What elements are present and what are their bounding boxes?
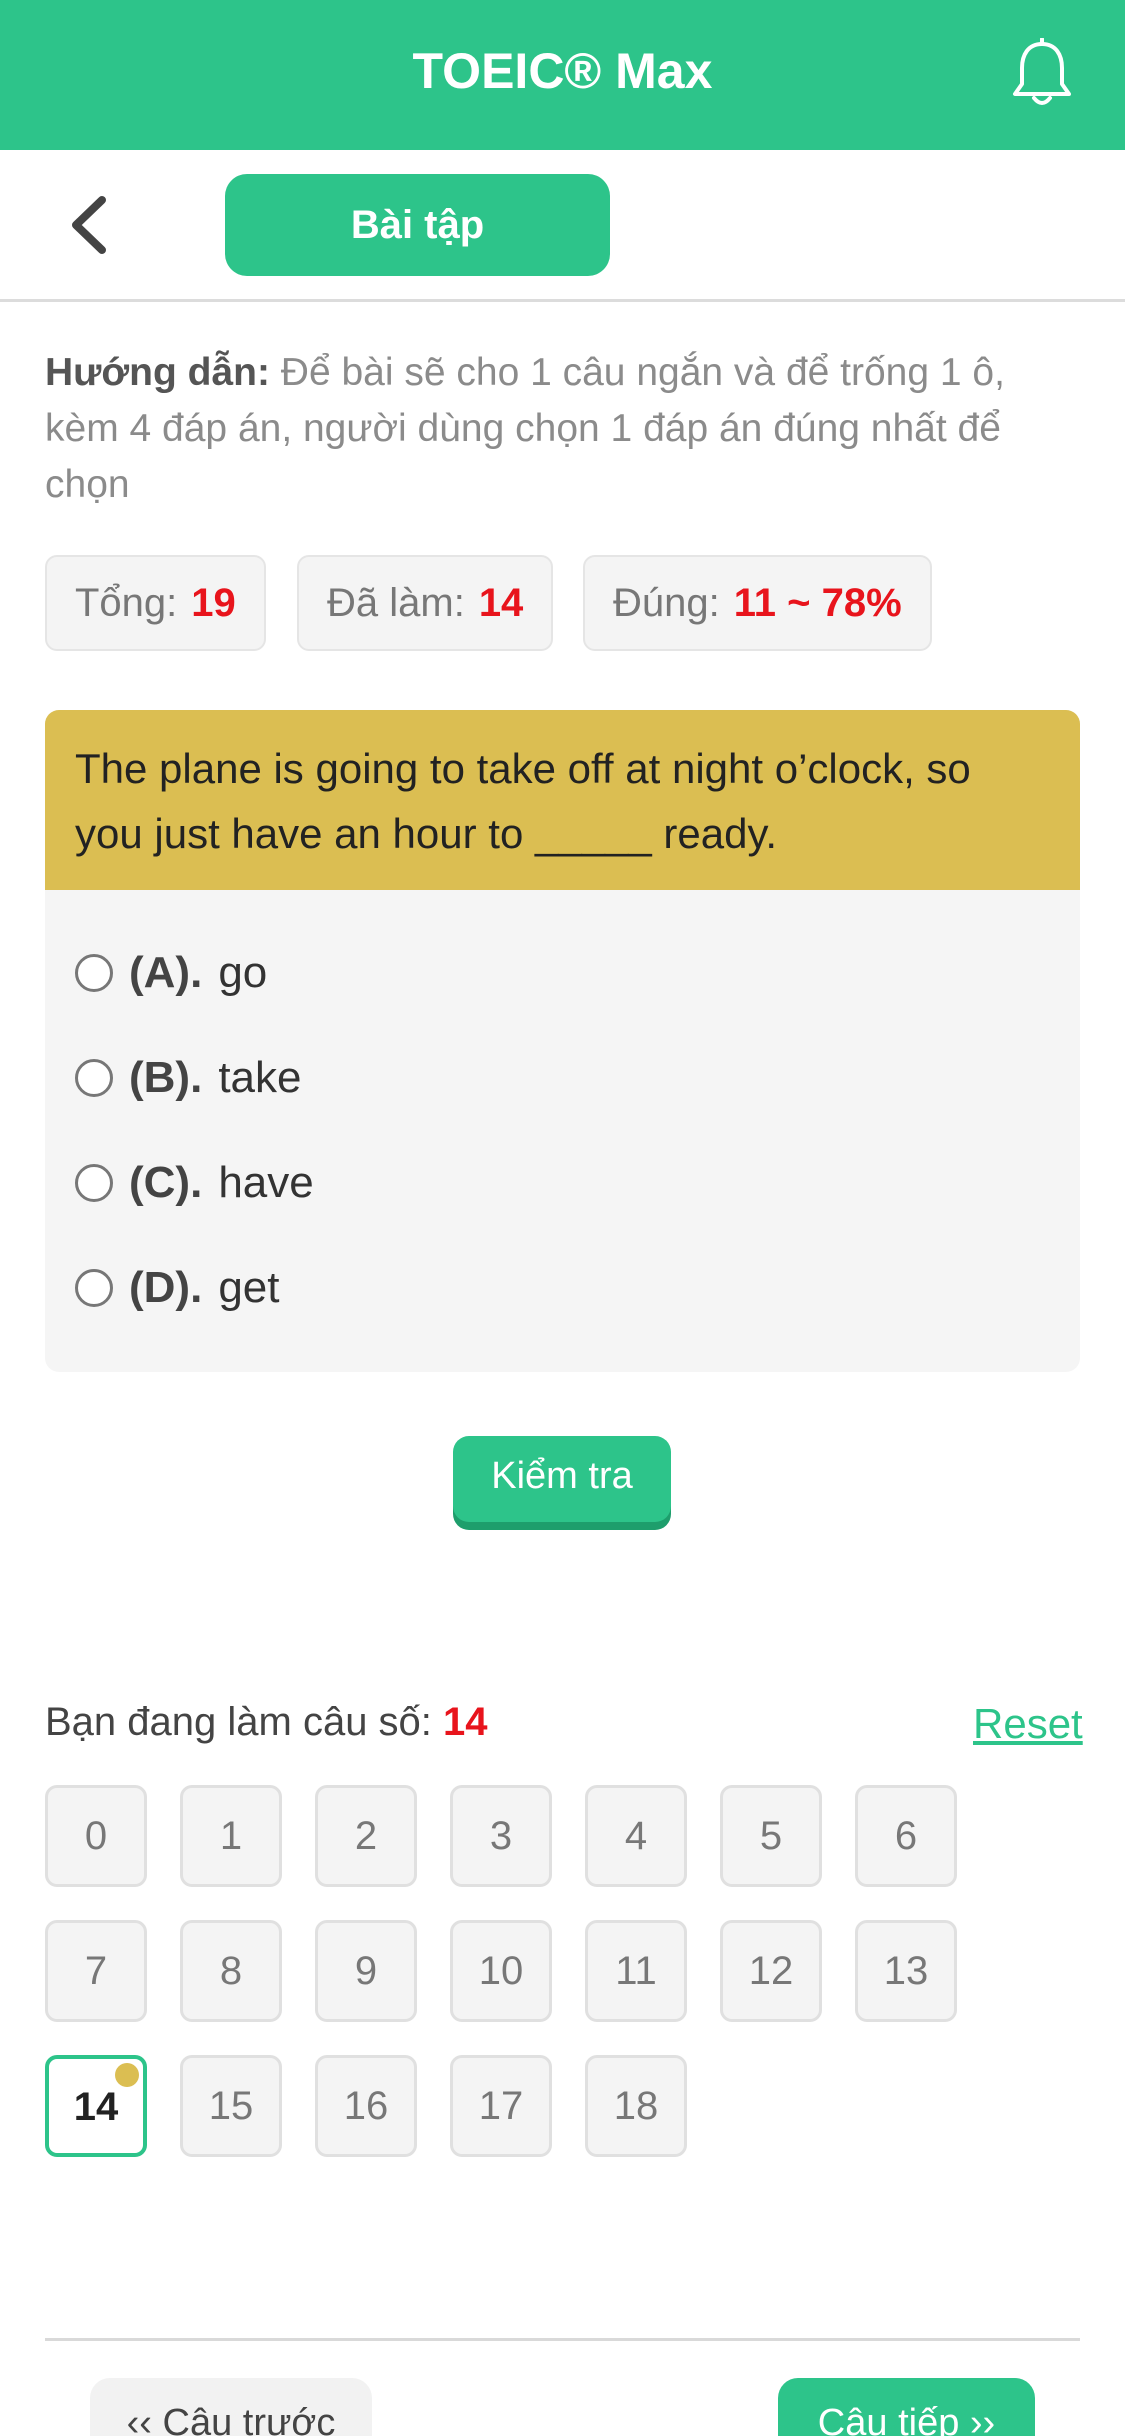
bell-icon[interactable] [1010,38,1074,110]
reset-link[interactable]: Reset [973,1700,1083,1748]
option-letter: (D). [129,1263,203,1312]
option-text: have [218,1158,314,1207]
option-text: go [218,948,268,997]
back-arrow-icon[interactable] [60,190,120,260]
stat-done: Đã làm: 14 [297,555,554,651]
question-card: The plane is going to take off at night … [45,710,1080,1372]
question-number-cell[interactable]: 12 [720,1920,822,2022]
current-question-indicator: Bạn đang làm câu số: 14 [45,1700,488,1745]
stat-done-value: 14 [478,581,524,625]
stat-correct-value: 11 ~ 78% [733,581,902,625]
previous-question-button[interactable]: ‹‹ Câu trước [90,2378,372,2436]
option-d[interactable]: (D). get [75,1253,279,1323]
option-letter: (B). [129,1053,203,1102]
stat-done-label: Đã làm: [327,581,465,625]
question-number-cell[interactable]: 0 [45,1785,147,1887]
question-number-cell[interactable]: 18 [585,2055,687,2157]
question-number-cell[interactable]: 2 [315,1785,417,1887]
question-number-cell[interactable]: 8 [180,1920,282,2022]
stat-total-label: Tổng: [75,581,178,625]
current-marker-dot [115,2063,139,2087]
option-text: get [218,1263,280,1312]
next-question-button[interactable]: Câu tiếp ›› [778,2378,1035,2436]
option-text: take [218,1053,302,1102]
app-title: TOEIC® Max [412,43,713,99]
instructions-label: Hướng dẫn: [45,351,270,394]
radio-button[interactable] [75,1269,113,1307]
tab-exercise[interactable]: Bài tập [225,174,610,276]
current-number: 14 [443,1700,488,1744]
sub-header: Bài tập [0,150,1125,302]
radio-button[interactable] [75,1059,113,1097]
question-number-cell[interactable]: 4 [585,1785,687,1887]
option-c[interactable]: (C). have [75,1148,314,1218]
current-label: Bạn đang làm câu số: [45,1700,432,1744]
question-text: The plane is going to take off at night … [45,710,1080,890]
question-number-cell[interactable]: 6 [855,1785,957,1887]
question-number-cell[interactable]: 11 [585,1920,687,2022]
option-b[interactable]: (B). take [75,1043,301,1113]
radio-button[interactable] [75,954,113,992]
question-number-cell[interactable]: 3 [450,1785,552,1887]
option-a[interactable]: (A). go [75,938,267,1008]
question-number-cell[interactable]: 10 [450,1920,552,2022]
option-letter: (C). [129,1158,203,1207]
question-number-cell[interactable]: 5 [720,1785,822,1887]
app-bar: TOEIC® Max [0,0,1125,150]
stat-correct: Đúng: 11 ~ 78% [583,555,932,651]
question-number-cell[interactable]: 9 [315,1920,417,2022]
question-number-cell[interactable]: 17 [450,2055,552,2157]
stat-total: Tổng: 19 [45,555,266,651]
instructions: Hướng dẫn: Để bài sẽ cho 1 câu ngắn và đ… [45,345,1085,513]
question-number-cell[interactable]: 1 [180,1785,282,1887]
stat-correct-label: Đúng: [613,581,720,625]
question-number-cell[interactable]: 15 [180,2055,282,2157]
question-number-cell-current[interactable]: 14 [45,2055,147,2157]
question-number-label: 14 [73,2085,119,2129]
question-number-cell[interactable]: 13 [855,1920,957,2022]
option-letter: (A). [129,948,203,997]
question-number-cell[interactable]: 16 [315,2055,417,2157]
check-button[interactable]: Kiểm tra [453,1436,671,1522]
question-number-cell[interactable]: 7 [45,1920,147,2022]
radio-button[interactable] [75,1164,113,1202]
stat-total-value: 19 [191,581,236,625]
divider [45,2338,1080,2341]
